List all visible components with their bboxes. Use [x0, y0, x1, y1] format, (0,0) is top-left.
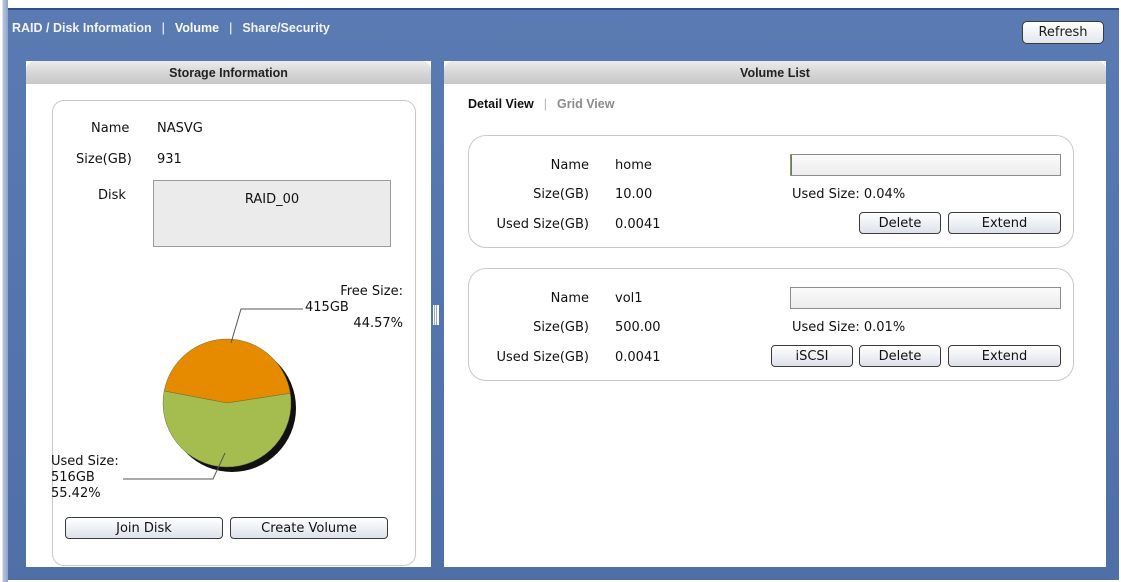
nav-volume[interactable]: Volume — [175, 21, 219, 35]
storage-size-value: 931 — [157, 152, 182, 167]
volume-used-label: Used Size(GB) — [496, 217, 590, 232]
volume-usage-progress-bar — [790, 154, 1061, 176]
extend-button[interactable]: Extend — [948, 345, 1061, 367]
storage-name-label: Name — [91, 121, 130, 136]
pie-slice-free-size — [163, 338, 291, 404]
delete-button[interactable]: Delete — [859, 345, 941, 367]
volume-size-label: Size(GB) — [533, 320, 589, 335]
volume-size-label: Size(GB) — [533, 187, 589, 202]
storage-panel-header: Storage Information — [26, 61, 431, 84]
iscsi-button[interactable]: iSCSI — [771, 345, 853, 367]
volume-name-label: Name — [550, 291, 589, 306]
used-size-percent: 55.42% — [51, 486, 101, 501]
free-size-label: Free Size: 415GB 44.57% — [305, 284, 403, 332]
free-size-gb: 415GB — [305, 300, 349, 315]
pie-chart-svg — [162, 338, 296, 472]
free-size-title: Free Size: — [340, 284, 403, 299]
nav-separator: | — [161, 21, 165, 35]
storage-information-panel: Storage Information Name NASVG Size(GB) … — [26, 61, 431, 567]
volume-used-label: Used Size(GB) — [496, 350, 590, 365]
storage-details-box: Name NASVG Size(GB) 931 Disk RAID_00 Fre… — [51, 100, 416, 566]
volume-list-panel: Volume List Detail View | Grid View Name… — [444, 61, 1106, 567]
volume-used-value: 0.0041 — [615, 350, 661, 365]
used-size-gb: 516GB — [51, 470, 95, 485]
storage-panel-body: Name NASVG Size(GB) 931 Disk RAID_00 Fre… — [26, 84, 431, 567]
used-size-title: Used Size: — [51, 454, 119, 469]
tab-grid-view[interactable]: Grid View — [557, 97, 614, 111]
volume-name-label: Name — [550, 158, 589, 173]
disk-list-box[interactable]: RAID_00 — [153, 180, 391, 247]
view-tabs: Detail View | Grid View — [468, 97, 614, 111]
volume-used-value: 0.0041 — [615, 217, 661, 232]
disk-item[interactable]: RAID_00 — [245, 192, 299, 207]
storage-pie-chart — [159, 335, 309, 489]
volume-used-percent: Used Size: 0.04% — [792, 187, 906, 202]
volume-panel-body: Detail View | Grid View Name home Size(G… — [444, 84, 1106, 567]
volume-size-value: 10.00 — [615, 187, 653, 202]
free-size-percent: 44.57% — [353, 316, 403, 331]
volume-panel-header: Volume List — [444, 61, 1106, 84]
nav-share-security[interactable]: Share/Security — [242, 21, 330, 35]
refresh-button[interactable]: Refresh — [1022, 21, 1104, 44]
nav-raid-disk-information[interactable]: RAID / Disk Information — [12, 21, 152, 35]
used-size-label: Used Size: 516GB 55.42% — [51, 454, 119, 502]
nav-separator: | — [229, 21, 233, 35]
extend-button[interactable]: Extend — [948, 212, 1061, 234]
volume-card-home: Name home Size(GB) 10.00 Used Size(GB) 0… — [468, 135, 1074, 248]
create-volume-button[interactable]: Create Volume — [230, 517, 388, 539]
volume-size-value: 500.00 — [615, 320, 661, 335]
storage-size-label: Size(GB) — [76, 152, 132, 167]
delete-button[interactable]: Delete — [859, 212, 941, 234]
volume-used-percent: Used Size: 0.01% — [792, 320, 906, 335]
join-disk-button[interactable]: Join Disk — [65, 517, 223, 539]
tab-detail-view[interactable]: Detail View — [468, 97, 534, 111]
volume-name-value: vol1 — [615, 291, 643, 306]
top-navigation: RAID / Disk Information | Volume | Share… — [12, 18, 330, 38]
panel-splitter-handle[interactable] — [433, 305, 439, 325]
storage-disk-label: Disk — [98, 188, 126, 203]
volume-usage-progress-bar — [790, 287, 1061, 309]
storage-name-value: NASVG — [157, 121, 203, 136]
window-left-edge — [0, 0, 8, 582]
tab-separator: | — [543, 97, 548, 111]
volume-card-vol1: Name vol1 Size(GB) 500.00 Used Size(GB) … — [468, 268, 1074, 381]
volume-name-value: home — [615, 158, 652, 173]
